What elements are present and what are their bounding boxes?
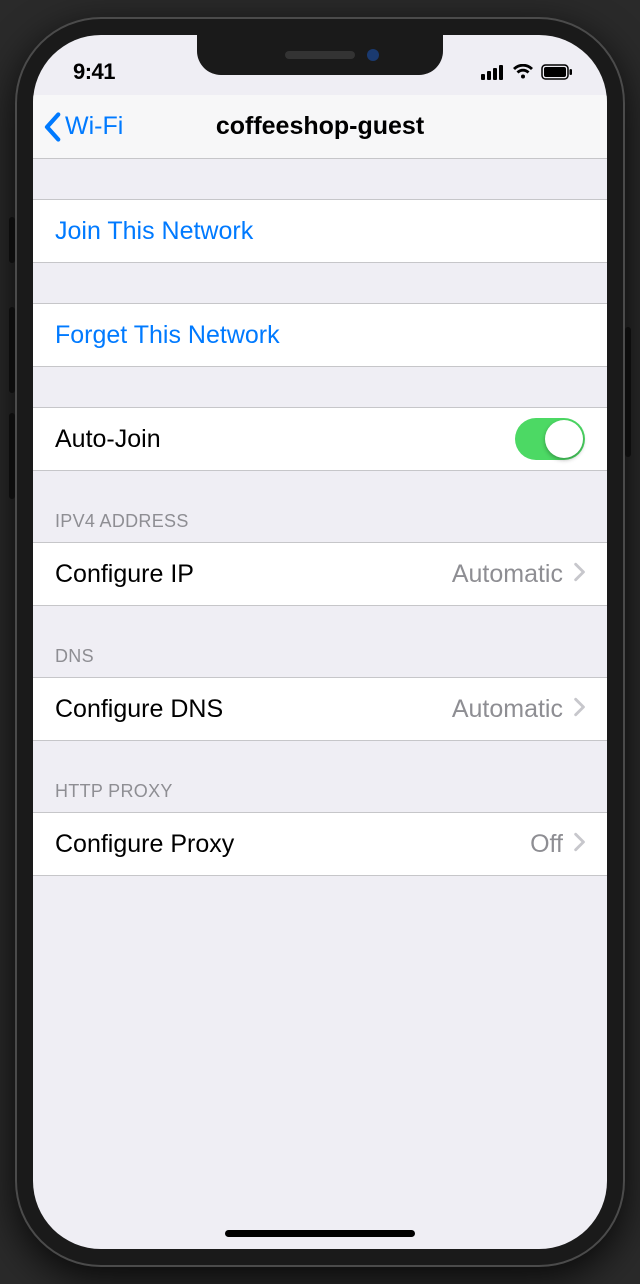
phone-frame: 9:41 Wi-Fi coffeeshop-gues [15, 17, 625, 1267]
power-button [625, 327, 631, 457]
configure-proxy-row[interactable]: Configure Proxy Off [33, 812, 607, 876]
home-indicator[interactable] [225, 1230, 415, 1237]
join-network-label: Join This Network [55, 217, 253, 246]
dns-header: DNS [33, 646, 607, 677]
configure-ip-row[interactable]: Configure IP Automatic [33, 542, 607, 606]
configure-dns-row[interactable]: Configure DNS Automatic [33, 677, 607, 741]
configure-ip-value: Automatic [452, 560, 563, 589]
silence-switch [9, 217, 15, 263]
configure-dns-label: Configure DNS [55, 695, 223, 724]
join-network-row[interactable]: Join This Network [33, 199, 607, 263]
toggle-knob [545, 420, 583, 458]
ipv4-header: IPV4 ADDRESS [33, 511, 607, 542]
chevron-left-icon [43, 112, 61, 142]
battery-icon [541, 64, 573, 80]
auto-join-label: Auto-Join [55, 425, 161, 454]
front-camera [367, 49, 379, 61]
chevron-right-icon [573, 560, 585, 589]
back-label: Wi-Fi [65, 112, 123, 141]
cellular-icon [481, 64, 505, 80]
configure-ip-label: Configure IP [55, 560, 194, 589]
screen: 9:41 Wi-Fi coffeeshop-gues [33, 35, 607, 1249]
nav-bar: Wi-Fi coffeeshop-guest [33, 95, 607, 159]
forget-network-label: Forget This Network [55, 321, 280, 350]
configure-proxy-value: Off [530, 830, 563, 859]
volume-down-button [9, 413, 15, 499]
status-right [481, 50, 573, 80]
forget-network-row[interactable]: Forget This Network [33, 303, 607, 367]
chevron-right-icon [573, 695, 585, 724]
volume-up-button [9, 307, 15, 393]
chevron-right-icon [573, 830, 585, 859]
wifi-icon [512, 64, 534, 80]
status-time: 9:41 [73, 45, 115, 85]
proxy-header: HTTP PROXY [33, 781, 607, 812]
auto-join-toggle[interactable] [515, 418, 585, 460]
speaker-grille [285, 51, 355, 59]
auto-join-row: Auto-Join [33, 407, 607, 471]
configure-proxy-label: Configure Proxy [55, 830, 234, 859]
notch [197, 35, 443, 75]
back-button[interactable]: Wi-Fi [33, 112, 123, 142]
configure-dns-value: Automatic [452, 695, 563, 724]
